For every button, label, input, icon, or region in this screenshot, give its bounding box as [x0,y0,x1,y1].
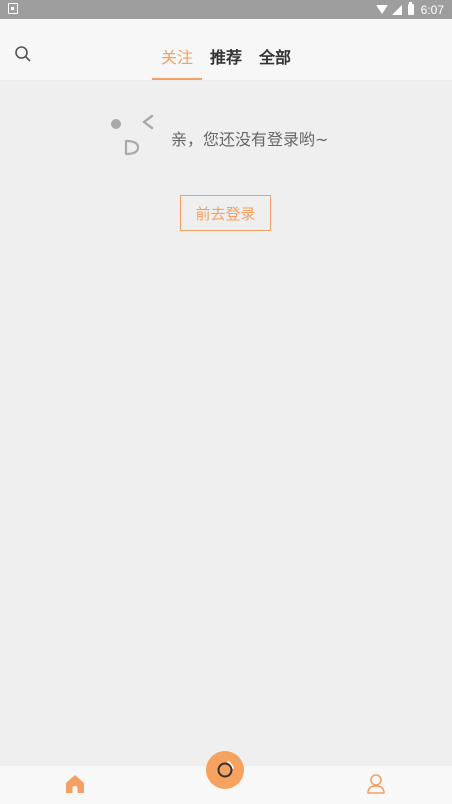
camera-icon[interactable] [206,751,244,789]
wink-face-icon [108,113,158,159]
bottom-nav [0,751,452,804]
top-header: 关注 推荐 全部 [0,19,452,81]
signal-icon [391,4,402,15]
user-icon[interactable] [366,773,386,795]
tab-follow[interactable]: 关注 [161,44,193,68]
status-icons: 6:07 [375,2,444,17]
go-login-button[interactable]: 前去登录 [180,195,271,231]
login-prompt-message: 亲，您还没有登录哟~ [171,130,329,149]
status-time: 6:07 [420,2,444,17]
notification-icon [8,3,18,14]
tab-all[interactable]: 全部 [259,44,291,68]
active-tab-indicator [152,78,202,80]
tab-bar: 关注 推荐 全部 [0,19,452,81]
home-icon[interactable] [64,773,86,795]
battery-icon [407,2,414,15]
tab-recommend[interactable]: 推荐 [210,44,242,68]
status-bar: 6:07 [0,0,452,19]
wifi-icon [375,5,388,14]
